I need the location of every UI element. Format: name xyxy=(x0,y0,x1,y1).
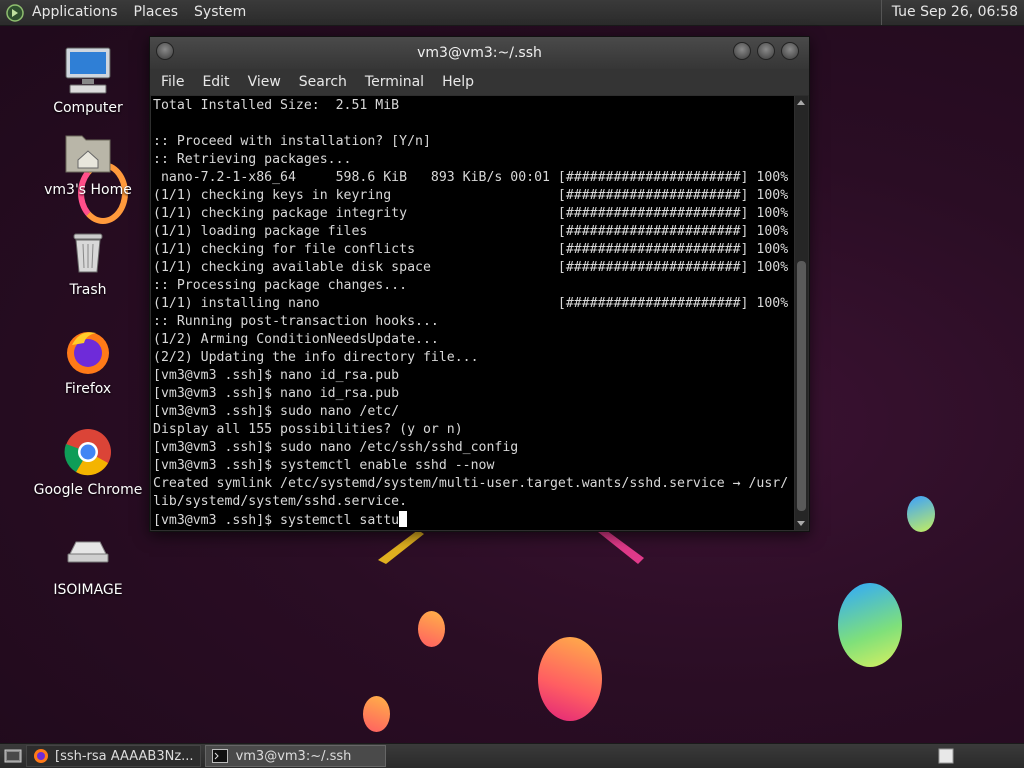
terminal-window[interactable]: vm3@vm3:~/.ssh File Edit View Search Ter… xyxy=(149,36,810,532)
menu-search[interactable]: Search xyxy=(290,74,356,90)
terminal-line: [vm3@vm3 .ssh]$ nano id_rsa.pub xyxy=(153,386,400,401)
computer-icon xyxy=(65,47,111,94)
wallpaper-blob xyxy=(363,696,390,732)
terminal-line: :: Running post-transaction hooks... xyxy=(153,314,439,329)
scroll-up-icon[interactable] xyxy=(797,100,805,105)
window-title: vm3@vm3:~/.ssh xyxy=(417,45,542,61)
terminal-line: [vm3@vm3 .ssh]$ systemctl enable sshd --… xyxy=(153,458,495,473)
terminal-line: [vm3@vm3 .ssh]$ sudo nano /etc/ssh/sshd_… xyxy=(153,440,519,455)
top-panel: Applications Places System Tue Sep 26, 0… xyxy=(0,0,1024,26)
desktop-icon-label: ISOIMAGE xyxy=(53,582,123,598)
terminal-line: :: Retrieving packages... xyxy=(153,152,352,167)
terminal-line: (1/1) loading package files [###########… xyxy=(153,224,789,239)
chrome-icon xyxy=(64,429,111,476)
minimize-button[interactable] xyxy=(733,42,751,60)
maximize-button[interactable] xyxy=(757,42,775,60)
desktop-icon-label: Firefox xyxy=(64,381,112,397)
close-button[interactable] xyxy=(781,42,799,60)
wallpaper-blob xyxy=(418,611,445,647)
applications-menu[interactable]: Applications xyxy=(24,0,126,25)
taskbar-item-label: vm3@vm3:~/.ssh xyxy=(235,748,352,764)
clock[interactable]: Tue Sep 26, 06:58 xyxy=(880,0,1024,25)
home-folder-icon xyxy=(65,135,111,173)
distro-logo-icon[interactable] xyxy=(6,3,24,22)
menu-terminal[interactable]: Terminal xyxy=(356,74,433,90)
bottom-panel: [ssh-rsa AAAAB3Nz... vm3@vm3:~/.ssh xyxy=(0,743,1024,768)
terminal-line: (1/1) checking keys in keyring [########… xyxy=(153,188,789,203)
drive-icon xyxy=(67,541,109,563)
taskbar-item-terminal[interactable]: vm3@vm3:~/.ssh xyxy=(204,745,387,767)
wallpaper-blob xyxy=(907,496,935,532)
taskbar-item-firefox[interactable]: [ssh-rsa AAAAB3Nz... xyxy=(26,745,201,767)
desktop-icon-label: Trash xyxy=(69,282,107,298)
menu-file[interactable]: File xyxy=(152,74,193,90)
show-desktop-icon[interactable] xyxy=(4,748,22,764)
terminal-line: (1/1) checking for file conflicts [#####… xyxy=(153,242,789,257)
wallpaper-blob xyxy=(838,583,902,667)
terminal-line: Created symlink /etc/systemd/system/mult… xyxy=(153,476,789,491)
terminal-menubar: File Edit View Search Terminal Help xyxy=(150,69,809,95)
desktop-icon-home[interactable]: vm3's Home xyxy=(28,126,148,198)
menu-edit[interactable]: Edit xyxy=(193,74,238,90)
desktop-icon-firefox[interactable]: Firefox xyxy=(28,325,148,397)
terminal-output[interactable]: Total Installed Size: 2.51 MiB :: Procee… xyxy=(151,96,794,530)
trash-icon xyxy=(73,233,103,273)
terminal-line: nano-7.2-1-x86_64 598.6 KiB 893 KiB/s 00… xyxy=(153,170,789,185)
firefox-icon xyxy=(67,332,109,374)
terminal-line: [vm3@vm3 .ssh]$ nano id_rsa.pub xyxy=(153,368,400,383)
desktop-icon-label: Computer xyxy=(53,100,123,116)
terminal-line: [vm3@vm3 .ssh]$ sudo nano /etc/ xyxy=(153,404,400,419)
desktop-icon-computer[interactable]: Computer xyxy=(28,44,148,116)
terminal-text: Total Installed Size: 2.51 MiB :: Procee… xyxy=(151,96,794,530)
window-titlebar[interactable]: vm3@vm3:~/.ssh xyxy=(150,37,809,69)
taskbar-item-label: [ssh-rsa AAAAB3Nz... xyxy=(55,748,194,764)
scrollbar-thumb[interactable] xyxy=(797,261,806,511)
terminal-line: [vm3@vm3 .ssh]$ systemctl sattu xyxy=(153,513,400,528)
desktop-icon-label: Google Chrome xyxy=(33,482,143,498)
terminal-line: lib/systemd/system/sshd.service. xyxy=(153,494,408,509)
terminal-line: (1/1) installing nano [#################… xyxy=(153,296,789,311)
terminal-line: (1/1) checking available disk space [###… xyxy=(153,260,789,275)
menu-view[interactable]: View xyxy=(239,74,290,90)
system-menu[interactable]: System xyxy=(186,0,254,25)
firefox-icon xyxy=(34,749,48,763)
desktop-icon-trash[interactable]: Trash xyxy=(28,226,148,298)
wallpaper-streak xyxy=(378,530,424,564)
places-menu[interactable]: Places xyxy=(126,0,187,25)
terminal-line: :: Proceed with installation? [Y/n] xyxy=(153,134,431,149)
desktop-icon-chrome[interactable]: Google Chrome xyxy=(28,426,148,498)
terminal-line: Display all 155 possibilities? (y or n) xyxy=(153,422,463,437)
terminal-cursor xyxy=(399,511,408,527)
workspace-switcher-icon[interactable] xyxy=(938,748,954,764)
desktop-icon-isoimage[interactable]: ISOIMAGE xyxy=(28,526,148,598)
terminal-line: :: Processing package changes... xyxy=(153,278,408,293)
menu-help[interactable]: Help xyxy=(433,74,483,90)
terminal-icon xyxy=(211,749,228,763)
terminal-line: Total Installed Size: 2.51 MiB xyxy=(153,98,400,113)
terminal-scrollbar[interactable] xyxy=(795,96,808,530)
terminal-line: (1/2) Arming ConditionNeedsUpdate... xyxy=(153,332,439,347)
wallpaper-streak xyxy=(598,530,644,564)
scroll-down-icon[interactable] xyxy=(797,521,805,526)
terminal-line: (2/2) Updating the info directory file..… xyxy=(153,350,479,365)
terminal-line: (1/1) checking package integrity [######… xyxy=(153,206,789,221)
desktop-icon-label: vm3's Home xyxy=(44,182,132,198)
wallpaper-blob xyxy=(538,637,602,721)
